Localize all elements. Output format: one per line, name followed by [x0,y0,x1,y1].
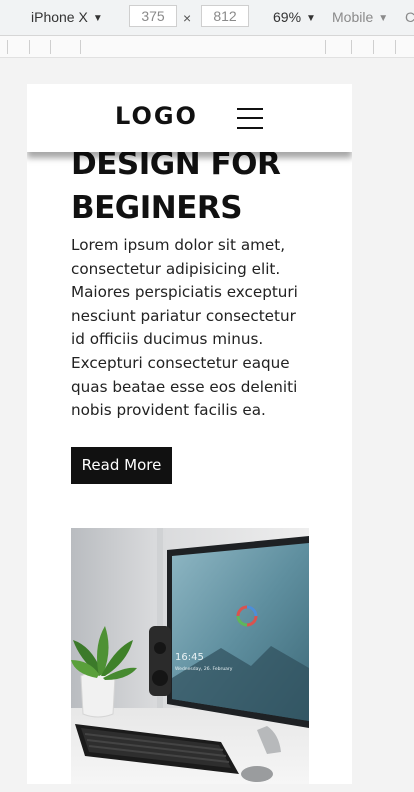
paragraph-line: Excepturi consectetur eaque [71,353,290,372]
headline-line: BEGINERS [71,190,243,226]
ruler-tick [80,40,81,54]
width-input[interactable]: 375 [129,5,177,27]
ruler-tick [351,40,352,54]
chevron-down-icon: ▼ [378,13,389,24]
hero-photo: 16:45 Wednesday, 26. February [71,528,309,784]
monitor-date: Wednesday, 26. February [175,666,233,672]
height-input[interactable]: 812 [201,5,249,27]
menu-bar [237,108,263,110]
chevron-down-icon: ▼ [92,13,103,24]
media-query-bar[interactable] [0,36,414,58]
paragraph-line: Maiores perspiciatis excepturi [71,283,298,302]
device-select[interactable]: iPhone X ▼ [31,9,103,25]
monitor-clock: 16:45 [175,652,204,663]
paragraph-line: nobis provident facilis ea. [71,401,266,420]
hero-paragraph: Lorem ipsum dolor sit amet, consectetur … [71,234,311,423]
zoom-value: 69% [273,9,302,25]
site-logo[interactable]: LOGO [115,102,198,130]
mode-value: Mobile [332,9,374,25]
zoom-select[interactable]: 69% ▼ [273,9,316,25]
devtools-device-toolbar: iPhone X ▼ 375 × 812 69% ▼ Mobile ▼ C [0,0,414,36]
ruler-tick [325,40,326,54]
paragraph-line: nesciunt pariatur consectetur [71,306,296,325]
chevron-down-icon: ▼ [306,13,316,24]
paragraph-line: consectetur adipisicing elit. [71,259,281,278]
ruler-tick [7,40,8,54]
speaker-illustration [149,626,171,696]
menu-bar [237,127,263,129]
hero-headline: DESIGN FOR BEGINERS [71,142,311,230]
toolbar-overflow[interactable]: C [405,9,414,25]
mouse-illustration [241,766,273,782]
hero-section: DESIGN FOR BEGINERS Lorem ipsum dolor si… [71,142,311,423]
dimension-separator: × [183,10,192,26]
ruler-tick [50,40,51,54]
desk-setup-image: 16:45 Wednesday, 26. February [71,528,309,784]
hamburger-menu-icon[interactable] [237,108,265,130]
device-viewport: DESIGN FOR BEGINERS Lorem ipsum dolor si… [27,84,352,784]
paragraph-line: id officiis ducimus minus. [71,330,264,349]
mode-select[interactable]: Mobile ▼ [332,9,388,25]
paragraph-line: Lorem ipsum dolor sit amet, [71,236,286,254]
read-more-button[interactable]: Read More [71,447,172,484]
menu-bar [237,117,263,119]
ruler-tick [373,40,374,54]
paragraph-line: quas beatae esse eos deleniti [71,377,298,396]
ruler-tick [395,40,396,54]
ruler-tick [29,40,30,54]
device-name: iPhone X [31,9,88,25]
site-navbar: LOGO [27,84,352,152]
